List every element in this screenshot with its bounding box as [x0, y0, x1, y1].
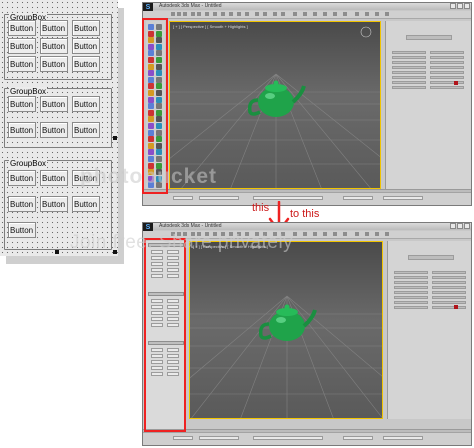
- main-toolbar: [143, 11, 471, 19]
- designer-button[interactable]: Button: [8, 222, 36, 238]
- perspective-viewport[interactable]: [ + ] [ Perspective ] [ Smooth + Highlig…: [189, 241, 383, 419]
- command-panel-button[interactable]: [392, 76, 426, 79]
- resize-handle[interactable]: [55, 250, 59, 254]
- status-bar: [143, 192, 471, 205]
- title-bar: S Autodesk 3ds Max - Untitled: [143, 3, 471, 13]
- close-icon[interactable]: [464, 223, 470, 229]
- form-designer-canvas[interactable]: GroupBox GroupBox GroupBox Button Button B…: [0, 0, 118, 256]
- command-panel-button[interactable]: [430, 51, 464, 54]
- command-panel-button[interactable]: [430, 66, 464, 69]
- command-panel-button[interactable]: [432, 276, 466, 279]
- designer-button[interactable]: Button: [72, 196, 100, 212]
- groupbox-title: GroupBox: [9, 159, 48, 169]
- command-panel-button[interactable]: [392, 71, 426, 74]
- maximize-icon[interactable]: [457, 3, 463, 9]
- command-panel-button[interactable]: [394, 286, 428, 289]
- command-panel-button[interactable]: [432, 306, 466, 309]
- minimize-icon[interactable]: [450, 3, 456, 9]
- designer-button[interactable]: Button: [40, 38, 68, 54]
- window-title: Autodesk 3ds Max - Untitled: [159, 3, 222, 9]
- command-panel-button[interactable]: [430, 61, 464, 64]
- designer-button[interactable]: Button: [40, 122, 68, 138]
- designer-button[interactable]: Button: [8, 20, 36, 36]
- designer-button[interactable]: Button: [72, 122, 100, 138]
- designer-button[interactable]: Button: [40, 20, 68, 36]
- designer-button[interactable]: Button: [40, 196, 68, 212]
- designer-button[interactable]: Button: [8, 56, 36, 72]
- command-panel: [385, 21, 471, 189]
- minimize-icon[interactable]: [450, 223, 456, 229]
- command-panel-button[interactable]: [394, 291, 428, 294]
- command-panel-button[interactable]: [430, 86, 464, 89]
- designer-button[interactable]: Button: [8, 196, 36, 212]
- command-panel-button[interactable]: [394, 301, 428, 304]
- command-panel-button[interactable]: [432, 271, 466, 274]
- highlight-box-after: [144, 238, 186, 432]
- command-panel-button[interactable]: [392, 86, 426, 89]
- window-controls: [450, 3, 470, 10]
- command-panel-button[interactable]: [432, 291, 466, 294]
- designer-button[interactable]: Button: [8, 96, 36, 112]
- command-panel-button[interactable]: [394, 276, 428, 279]
- command-panel-button[interactable]: [432, 296, 466, 299]
- command-panel-button[interactable]: [430, 71, 464, 74]
- designer-button[interactable]: Button: [72, 20, 100, 36]
- command-panel-button[interactable]: [392, 51, 426, 54]
- title-bar: S Autodesk 3ds Max - Untitled: [143, 223, 471, 233]
- watermark-bottom: Join free. Share privately: [70, 232, 294, 253]
- max-window-after: S Autodesk 3ds Max - Untitled [ + ] [ Pe…: [142, 222, 472, 446]
- command-panel-button[interactable]: [392, 56, 426, 59]
- viewport-grid: [190, 295, 382, 418]
- designer-button[interactable]: Button: [72, 96, 100, 112]
- command-panel-button[interactable]: [432, 301, 466, 304]
- close-icon[interactable]: [464, 3, 470, 9]
- command-panel: [387, 241, 471, 419]
- designer-button[interactable]: Button: [40, 170, 68, 186]
- window-controls: [450, 223, 470, 230]
- maximize-icon[interactable]: [457, 223, 463, 229]
- category-dropdown[interactable]: [406, 35, 452, 40]
- command-panel-button[interactable]: [394, 306, 428, 309]
- teapot-icon: [247, 80, 306, 117]
- color-swatch[interactable]: [454, 81, 458, 85]
- status-bar: [143, 432, 471, 445]
- caption-to-this: to this: [290, 208, 320, 220]
- command-panel-button[interactable]: [432, 281, 466, 284]
- command-panel-button[interactable]: [392, 66, 426, 69]
- command-panel-button[interactable]: [394, 281, 428, 284]
- command-panel-button[interactable]: [430, 56, 464, 59]
- designer-button[interactable]: Button: [72, 38, 100, 54]
- designer-button[interactable]: Button: [8, 122, 36, 138]
- resize-handle[interactable]: [113, 136, 117, 140]
- designer-button[interactable]: Button: [8, 38, 36, 54]
- command-panel-button[interactable]: [394, 271, 428, 274]
- designer-button[interactable]: Button: [72, 56, 100, 72]
- command-panel-button[interactable]: [430, 81, 464, 84]
- designer-button[interactable]: Button: [40, 96, 68, 112]
- window-title: Autodesk 3ds Max - Untitled: [159, 223, 222, 229]
- command-panel-button[interactable]: [394, 296, 428, 299]
- viewport-grid: [170, 26, 380, 188]
- perspective-viewport[interactable]: [ + ] [ Perspective ] [ Smooth + Highlig…: [169, 21, 381, 189]
- designer-button[interactable]: Button: [40, 56, 68, 72]
- command-panel-button[interactable]: [432, 286, 466, 289]
- teapot-icon: [258, 304, 317, 341]
- command-panel-button[interactable]: [392, 81, 426, 84]
- designer-button[interactable]: Button: [8, 170, 36, 186]
- command-panel-button[interactable]: [430, 76, 464, 79]
- category-dropdown[interactable]: [408, 255, 454, 260]
- color-swatch[interactable]: [454, 305, 458, 309]
- command-panel-button[interactable]: [392, 61, 426, 64]
- watermark-top: photobucket: [80, 165, 217, 188]
